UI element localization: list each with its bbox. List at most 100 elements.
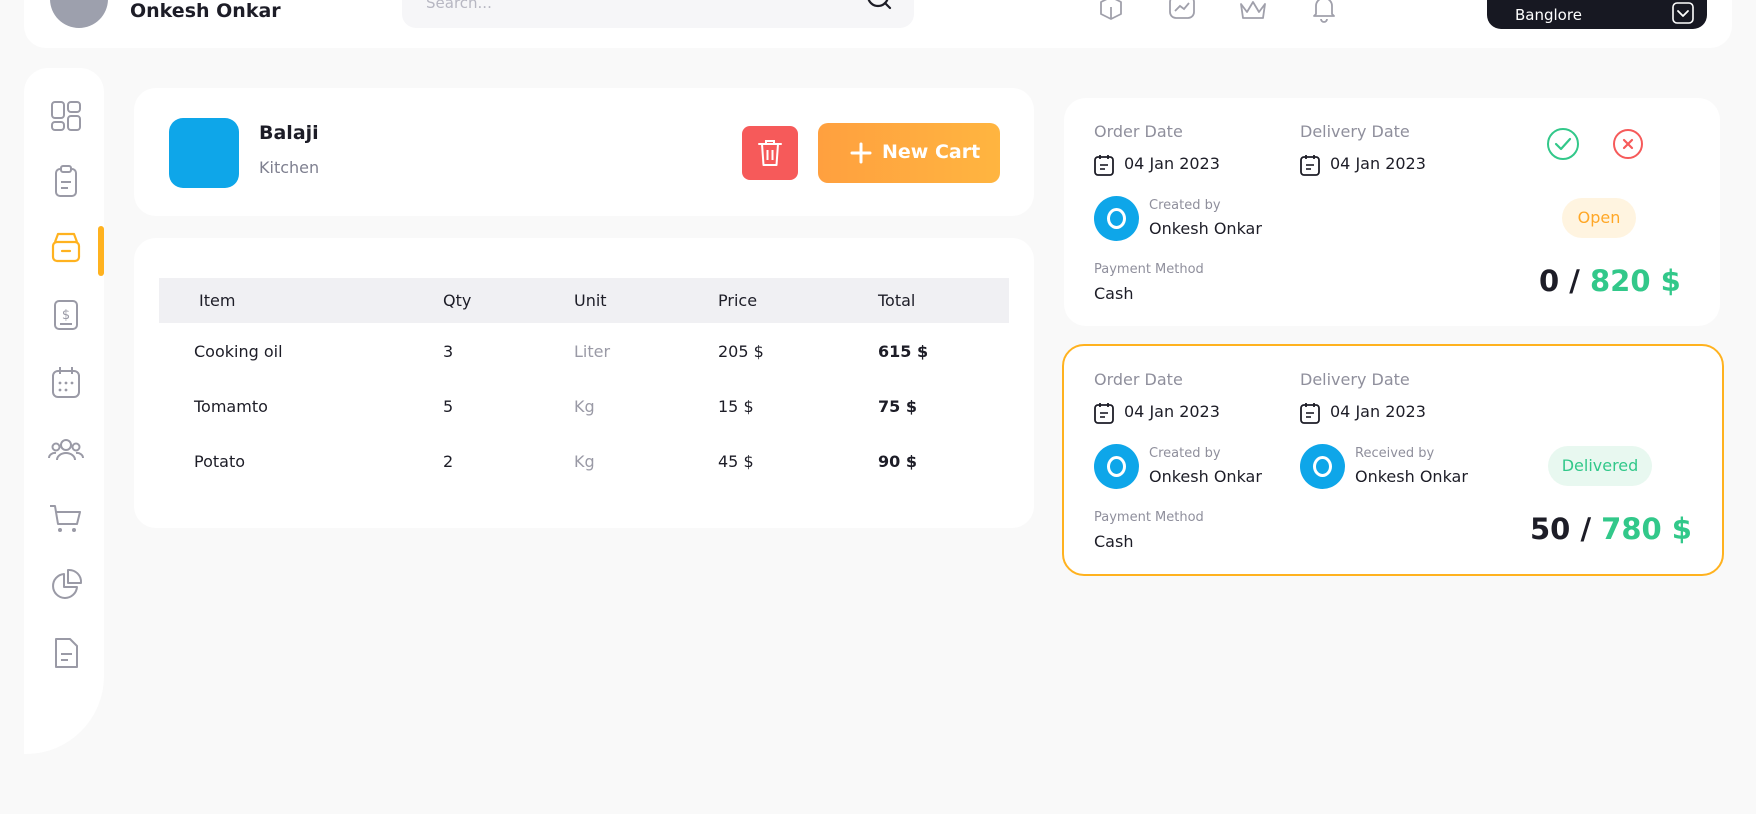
order-card-open[interactable]: Order Date 04 Jan 2023 Delivery Date 04 …: [1064, 98, 1720, 326]
dollar-icon: $: [54, 300, 78, 330]
calendar-icon: [1094, 155, 1114, 176]
chevron-down-icon: [1672, 2, 1694, 24]
sidebar-item-reports[interactable]: [46, 565, 86, 605]
search-bar: [402, 0, 914, 28]
received-by-name: Onkesh Onkar: [1355, 467, 1468, 486]
calendar-icon: [1300, 403, 1320, 424]
cell-item: Cooking oil: [194, 342, 283, 361]
table-row[interactable]: Tomamto 5 Kg 15 $ 75 $: [159, 389, 1009, 429]
reject-close-icon[interactable]: [1611, 127, 1645, 161]
grid-icon: [51, 101, 81, 131]
table-row[interactable]: Cooking oil 3 Liter 205 $ 615 $: [159, 334, 1009, 374]
created-by-name: Onkesh Onkar: [1149, 467, 1262, 486]
cell-total: 90 $: [878, 452, 917, 471]
amount-total: 820 $: [1589, 264, 1681, 298]
cell-unit: Kg: [574, 452, 595, 471]
cell-price: 45 $: [718, 452, 754, 471]
sidebar-item-dashboard[interactable]: [46, 96, 86, 136]
table-row[interactable]: Potato 2 Kg 45 $ 90 $: [159, 444, 1009, 484]
amount-separator: /: [1570, 512, 1602, 546]
delivery-date: 04 Jan 2023: [1330, 402, 1426, 421]
amount-paid: 0: [1539, 264, 1560, 298]
document-icon: [55, 638, 78, 668]
column-header-unit: Unit: [574, 291, 607, 310]
sidebar-item-inventory[interactable]: [46, 228, 86, 268]
avatar[interactable]: [50, 0, 108, 28]
status-badge: Open: [1562, 198, 1636, 238]
payment-method-label: Payment Method: [1094, 262, 1204, 277]
sidebar-item-billing[interactable]: $: [46, 295, 86, 335]
cell-qty: 2: [443, 452, 454, 471]
received-by-label: Received by: [1355, 446, 1435, 461]
order-card-delivered[interactable]: Order Date 04 Jan 2023 Delivery Date 04 …: [1062, 344, 1724, 576]
order-date: 04 Jan 2023: [1124, 402, 1220, 421]
items-table: Item Qty Unit Price Total Cooking oil 3 …: [134, 238, 1034, 528]
calendar-icon: [1300, 155, 1320, 176]
order-amount: 50 / 780 $: [1530, 512, 1692, 546]
cell-price: 15 $: [718, 397, 754, 416]
order-amount: 0 / 820 $: [1539, 264, 1681, 298]
cell-qty: 3: [443, 342, 454, 361]
avatar: [1094, 444, 1139, 489]
approve-check-icon[interactable]: [1546, 127, 1580, 161]
sidebar-item-documents[interactable]: [46, 633, 86, 673]
cell-item: Tomamto: [194, 397, 268, 416]
pie-chart-icon: [52, 568, 83, 599]
created-by-label: Created by: [1149, 446, 1221, 461]
delete-button[interactable]: [742, 126, 798, 180]
delivery-date: 04 Jan 2023: [1330, 154, 1426, 173]
calendar-icon: [52, 367, 80, 398]
sidebar: $: [24, 68, 104, 754]
shop-name: Balaji: [259, 122, 319, 144]
payment-method: Cash: [1094, 284, 1134, 303]
archive-box-icon: [51, 232, 81, 263]
cell-qty: 5: [443, 397, 454, 416]
column-header-qty: Qty: [443, 291, 472, 310]
bell-icon[interactable]: [1308, 0, 1340, 26]
cell-unit: Kg: [574, 397, 595, 416]
top-bar: Onkesh Onkar Banglore: [24, 0, 1732, 48]
amount-separator: /: [1559, 264, 1590, 298]
created-by-label: Created by: [1149, 198, 1221, 213]
delivery-date-label: Delivery Date: [1300, 370, 1410, 389]
order-date: 04 Jan 2023: [1124, 154, 1220, 173]
clipboard-icon: [55, 165, 77, 197]
search-input[interactable]: [426, 0, 846, 12]
column-header-item: Item: [199, 291, 236, 310]
search-icon[interactable]: [864, 0, 894, 10]
calendar-icon: [1094, 403, 1114, 424]
amount-paid: 50: [1530, 512, 1571, 546]
crown-icon[interactable]: [1237, 0, 1269, 26]
created-by-name: Onkesh Onkar: [1149, 219, 1262, 238]
avatar: [1094, 196, 1139, 241]
trash-icon: [758, 140, 782, 166]
cell-total: 615 $: [878, 342, 929, 361]
sidebar-item-orders[interactable]: [46, 162, 86, 202]
amount-total: 780 $: [1601, 512, 1692, 546]
sidebar-item-cart[interactable]: [46, 498, 86, 538]
plus-icon: [850, 142, 872, 164]
new-cart-label: New Cart: [882, 141, 981, 163]
user-name: Onkesh Onkar: [130, 0, 281, 22]
order-date-label: Order Date: [1094, 122, 1183, 141]
chart-icon[interactable]: [1166, 0, 1198, 26]
location-select[interactable]: Banglore: [1487, 0, 1707, 29]
payment-method-label: Payment Method: [1094, 510, 1204, 525]
shop-subtitle: Kitchen: [259, 158, 320, 177]
column-header-total: Total: [878, 291, 916, 310]
cell-total: 75 $: [878, 397, 917, 416]
sidebar-active-indicator: [98, 226, 104, 276]
new-cart-button[interactable]: New Cart: [818, 123, 1000, 183]
sidebar-item-calendar[interactable]: [46, 363, 86, 403]
status-badge: Delivered: [1548, 446, 1652, 486]
location-label: Banglore: [1515, 6, 1582, 24]
users-icon: [47, 439, 85, 461]
sidebar-item-users[interactable]: [46, 430, 86, 470]
table-header: Item Qty Unit Price Total: [159, 278, 1009, 323]
cell-price: 205 $: [718, 342, 764, 361]
avatar: [1300, 444, 1345, 489]
order-date-label: Order Date: [1094, 370, 1183, 389]
box-icon[interactable]: [1095, 0, 1127, 26]
cell-item: Potato: [194, 452, 246, 471]
shop-card: Balaji Kitchen New Cart: [134, 88, 1034, 216]
